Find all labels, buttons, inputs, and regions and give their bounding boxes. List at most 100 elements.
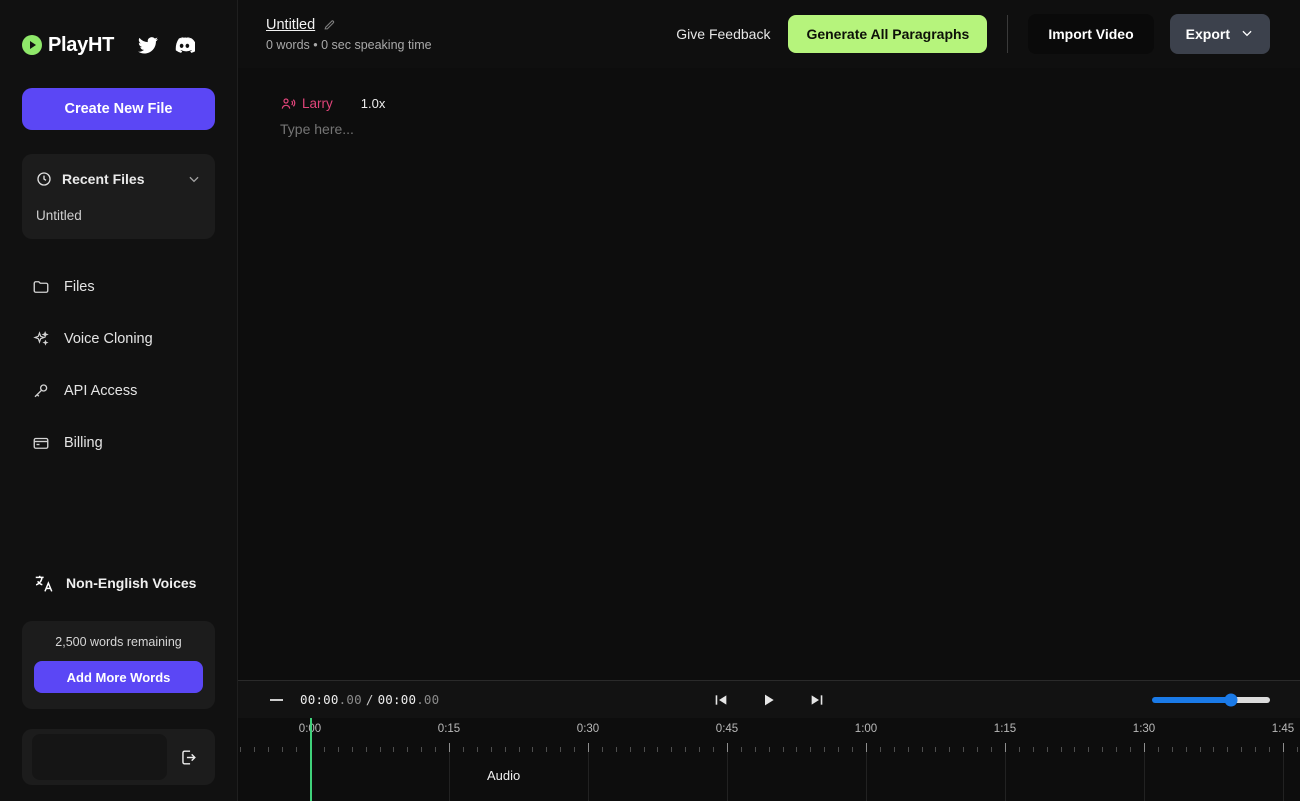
discord-icon[interactable] xyxy=(174,37,196,53)
topbar: Untitled 0 words • 0 sec speaking time G… xyxy=(238,0,1300,68)
player-controls: 00:00.00/00:00.00 xyxy=(238,680,1300,718)
clock-icon xyxy=(36,171,52,187)
sidebar-item-api-access[interactable]: API Access xyxy=(0,365,237,417)
ruler-tick-label: 1:15 xyxy=(993,723,1017,735)
zoom-slider-thumb[interactable] xyxy=(1224,693,1238,706)
ruler-tick-major xyxy=(1283,743,1284,752)
current-time-frac: .00 xyxy=(338,692,362,707)
recent-file-item[interactable]: Untitled xyxy=(22,190,215,223)
ruler-tick-label: 1:30 xyxy=(1132,723,1156,735)
sidebar-item-label: Files xyxy=(64,279,95,295)
app-root: PlayHT Create New File Recent Files Unti… xyxy=(0,0,1300,801)
ruler-tick-major xyxy=(1144,743,1145,752)
timeline-gridline xyxy=(588,752,589,801)
non-english-voices-button[interactable]: Non-English Voices xyxy=(0,563,237,603)
recent-files-header[interactable]: Recent Files xyxy=(22,168,215,190)
editor-canvas: Larry 1.0x xyxy=(238,68,1300,680)
sidebar-nav: Files Voice Cloning API Access Billing xyxy=(0,261,237,469)
ruler-tick-label: 0:15 xyxy=(437,723,461,735)
timeline-zoom-slider[interactable] xyxy=(1152,693,1270,706)
timeline-gridline xyxy=(1005,752,1006,801)
document-meta: Untitled 0 words • 0 sec speaking time xyxy=(266,17,432,52)
profile-placeholder xyxy=(32,734,167,780)
export-button[interactable]: Export xyxy=(1169,14,1270,54)
total-time: 00:00 xyxy=(377,692,417,707)
paragraph-text-input[interactable] xyxy=(280,121,880,137)
twitter-icon[interactable] xyxy=(138,36,159,54)
ruler-tick-label: 1:00 xyxy=(854,723,878,735)
skip-to-start-icon[interactable] xyxy=(710,689,732,711)
ruler-tick-major xyxy=(1005,743,1006,752)
timeline-ruler[interactable]: 0:000:150:300:451:001:151:301:45 xyxy=(238,718,1300,752)
words-remaining-text: 2,500 words remaining xyxy=(55,635,182,649)
import-video-button[interactable]: Import Video xyxy=(1028,14,1154,54)
timeline-tracks[interactable]: Audio xyxy=(238,752,1300,801)
export-label: Export xyxy=(1185,26,1230,42)
document-subtitle: 0 words • 0 sec speaking time xyxy=(266,37,432,52)
document-title-row: Untitled xyxy=(266,17,432,33)
play-circle-icon xyxy=(22,35,42,55)
total-time-frac: .00 xyxy=(416,692,440,707)
sidebar-item-billing[interactable]: Billing xyxy=(0,417,237,469)
recent-files-title: Recent Files xyxy=(62,171,145,187)
sidebar-item-label: Billing xyxy=(64,435,103,451)
speaker-person-icon xyxy=(280,96,296,111)
logout-icon[interactable] xyxy=(171,740,205,774)
timeline-gridline xyxy=(866,752,867,801)
toolbar-divider xyxy=(1007,15,1009,53)
profile-card xyxy=(22,729,215,785)
timeline-gridline xyxy=(449,752,450,801)
main-area: Untitled 0 words • 0 sec speaking time G… xyxy=(238,0,1300,801)
current-time: 00:00 xyxy=(300,692,339,707)
ruler-tick-major xyxy=(727,743,728,752)
zoom-slider-wrap xyxy=(1152,693,1270,706)
minimize-icon[interactable] xyxy=(266,690,286,710)
timeline-gridline xyxy=(1283,752,1284,801)
words-remaining-card: 2,500 words remaining Add More Words xyxy=(22,621,215,709)
skip-to-end-icon[interactable] xyxy=(806,689,828,711)
sidebar-item-label: API Access xyxy=(64,383,138,399)
sidebar-item-voice-cloning[interactable]: Voice Cloning xyxy=(0,313,237,365)
give-feedback-button[interactable]: Give Feedback xyxy=(676,26,770,42)
timeline-gridline xyxy=(727,752,728,801)
social-links xyxy=(138,36,196,54)
timecode-separator: / xyxy=(365,692,374,707)
brand-row: PlayHT xyxy=(0,0,237,62)
credit-card-icon xyxy=(32,434,50,452)
brand-name: PlayHT xyxy=(48,33,115,56)
chevron-down-icon[interactable] xyxy=(187,172,201,186)
sparkles-icon xyxy=(32,330,50,348)
non-english-voices-label: Non-English Voices xyxy=(66,575,197,591)
timeline[interactable]: 0:000:150:300:451:001:151:301:45 Audio xyxy=(238,718,1300,801)
add-more-words-button[interactable]: Add More Words xyxy=(34,661,203,693)
play-icon[interactable] xyxy=(758,689,780,711)
translate-icon xyxy=(34,573,54,593)
ruler-tick-major xyxy=(449,743,450,752)
sidebar: PlayHT Create New File Recent Files Unti… xyxy=(0,0,238,801)
voice-name: Larry xyxy=(302,96,333,111)
ruler-tick-label: 0:30 xyxy=(576,723,600,735)
track-label-audio: Audio xyxy=(487,768,521,783)
paragraph-header: Larry 1.0x xyxy=(280,96,1300,111)
recent-files-card: Recent Files Untitled xyxy=(22,154,215,239)
generate-all-paragraphs-button[interactable]: Generate All Paragraphs xyxy=(788,15,988,53)
ruler-tick-label: 1:45 xyxy=(1271,723,1295,735)
create-new-file-button[interactable]: Create New File xyxy=(22,88,215,130)
speed-selector[interactable]: 1.0x xyxy=(361,96,386,111)
sidebar-item-files[interactable]: Files xyxy=(0,261,237,313)
voice-selector[interactable]: Larry xyxy=(280,96,333,111)
key-icon xyxy=(32,382,50,400)
top-actions: Give Feedback Generate All Paragraphs Im… xyxy=(676,14,1270,54)
folder-icon xyxy=(32,278,50,296)
sidebar-item-label: Voice Cloning xyxy=(64,331,153,347)
timeline-gridline xyxy=(1144,752,1145,801)
page-title[interactable]: Untitled xyxy=(266,17,315,33)
chevron-down-icon xyxy=(1240,26,1254,43)
ruler-tick-major xyxy=(588,743,589,752)
ruler-tick-major xyxy=(866,743,867,752)
ruler-tick-label: 0:45 xyxy=(715,723,739,735)
playhead[interactable] xyxy=(310,718,312,801)
pencil-edit-icon[interactable] xyxy=(323,18,336,31)
timecode-display: 00:00.00/00:00.00 xyxy=(300,692,439,707)
